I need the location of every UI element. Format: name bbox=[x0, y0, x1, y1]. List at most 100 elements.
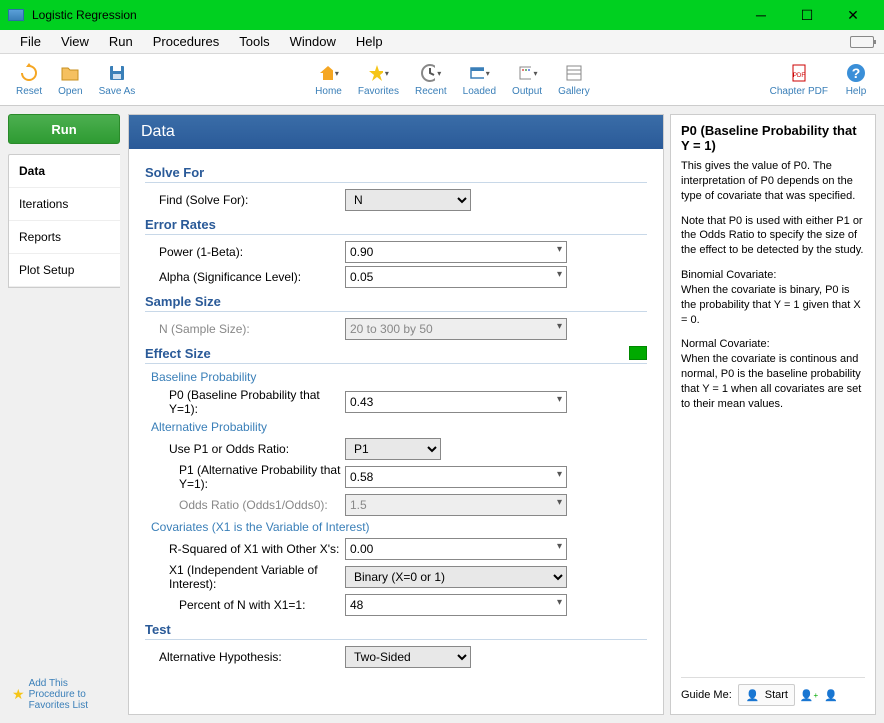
toolbar-saveas-label: Save As bbox=[99, 86, 136, 97]
toolbar-help[interactable]: ? Help bbox=[836, 60, 876, 99]
input-power[interactable] bbox=[345, 241, 567, 263]
help-p2: Note that P0 is used with either P1 or t… bbox=[681, 214, 865, 259]
label-althyp: Alternative Hypothesis: bbox=[145, 650, 345, 664]
menu-file[interactable]: File bbox=[10, 32, 51, 51]
section-effectsize: Effect Size bbox=[145, 346, 647, 364]
person-check-icon[interactable]: 👤 bbox=[823, 687, 839, 703]
label-oddsratio: Odds Ratio (Odds1/Odds0): bbox=[145, 498, 345, 512]
home-icon: ▾ bbox=[318, 62, 340, 84]
menu-window[interactable]: Window bbox=[280, 32, 346, 51]
star-icon: ▾ bbox=[367, 62, 389, 84]
toolbar-recent-label: Recent bbox=[415, 86, 447, 97]
star-icon: ★ bbox=[12, 686, 25, 703]
app-icon bbox=[8, 9, 24, 21]
battery-icon bbox=[850, 36, 874, 48]
toolbar-chapterpdf-label: Chapter PDF bbox=[770, 86, 828, 97]
output-icon: ▾ bbox=[516, 62, 538, 84]
form-pane: Data Solve For Find (Solve For): N Error… bbox=[128, 114, 664, 715]
toolbar-favorites[interactable]: ▾ Favorites bbox=[350, 60, 407, 99]
tab-iterations[interactable]: Iterations bbox=[9, 188, 120, 221]
help-p3h: Binomial Covariate: bbox=[681, 269, 776, 281]
person-plus-icon[interactable]: 👤+ bbox=[801, 687, 817, 703]
toolbar-loaded[interactable]: ▾ Loaded bbox=[455, 60, 504, 99]
gallery-icon bbox=[563, 62, 585, 84]
select-find[interactable]: N bbox=[345, 189, 471, 211]
close-button[interactable]: ✕ bbox=[830, 0, 876, 30]
subsection-covariates: Covariates (X1 is the Variable of Intere… bbox=[151, 520, 647, 534]
window-title: Logistic Regression bbox=[32, 8, 738, 22]
menubar: File View Run Procedures Tools Window He… bbox=[0, 30, 884, 54]
toolbar-open[interactable]: Open bbox=[50, 60, 90, 99]
tab-reports[interactable]: Reports bbox=[9, 221, 120, 254]
toolbar-loaded-label: Loaded bbox=[463, 86, 496, 97]
toolbar-gallery[interactable]: Gallery bbox=[550, 60, 598, 99]
toolbar-help-label: Help bbox=[846, 86, 867, 97]
label-x1: X1 (Independent Variable of Interest): bbox=[145, 563, 345, 591]
help-icon: ? bbox=[845, 62, 867, 84]
minimize-button[interactable]: ─ bbox=[738, 0, 784, 30]
label-alpha: Alpha (Significance Level): bbox=[145, 270, 345, 284]
toolbar-home[interactable]: ▾ Home bbox=[307, 60, 350, 99]
section-solvefor: Solve For bbox=[145, 165, 647, 183]
toolbar-reset[interactable]: Reset bbox=[8, 60, 50, 99]
tab-list: Data Iterations Reports Plot Setup bbox=[8, 154, 120, 288]
label-find: Find (Solve For): bbox=[145, 193, 345, 207]
label-n: N (Sample Size): bbox=[145, 322, 345, 336]
label-power: Power (1-Beta): bbox=[145, 245, 345, 259]
guide-start-button[interactable]: 👤 Start bbox=[738, 684, 795, 706]
subsection-alternative: Alternative Probability bbox=[151, 420, 647, 434]
toolbar-saveas[interactable]: Save As bbox=[91, 60, 144, 99]
input-alpha[interactable] bbox=[345, 266, 567, 288]
svg-text:?: ? bbox=[852, 65, 861, 81]
subsection-baseline: Baseline Probability bbox=[151, 370, 647, 384]
menu-help[interactable]: Help bbox=[346, 32, 393, 51]
toolbar-open-label: Open bbox=[58, 86, 82, 97]
save-icon bbox=[106, 62, 128, 84]
select-x1[interactable]: Binary (X=0 or 1) bbox=[345, 566, 567, 588]
svg-text:PDF: PDF bbox=[793, 73, 805, 79]
menu-tools[interactable]: Tools bbox=[229, 32, 279, 51]
menu-run[interactable]: Run bbox=[99, 32, 143, 51]
toolbar: Reset Open Save As ▾ Home ▾ Favorites ▾ … bbox=[0, 54, 884, 106]
toolbar-chapterpdf[interactable]: PDF Chapter PDF bbox=[762, 60, 836, 99]
toolbar-output[interactable]: ▾ Output bbox=[504, 60, 550, 99]
toolbar-recent[interactable]: ▾ Recent bbox=[407, 60, 455, 99]
folder-open-icon bbox=[59, 62, 81, 84]
section-samplesize: Sample Size bbox=[145, 294, 647, 312]
help-p4: When the covariate is continous and norm… bbox=[681, 353, 861, 410]
help-pane: P0 (Baseline Probability that Y = 1) Thi… bbox=[670, 114, 876, 715]
label-usep1: Use P1 or Odds Ratio: bbox=[145, 442, 345, 456]
input-oddsratio bbox=[345, 494, 567, 516]
menu-procedures[interactable]: Procedures bbox=[143, 32, 229, 51]
run-button[interactable]: Run bbox=[8, 114, 120, 144]
toolbar-home-label: Home bbox=[315, 86, 342, 97]
maximize-button[interactable]: ☐ bbox=[784, 0, 830, 30]
guide-start-label: Start bbox=[765, 689, 788, 701]
window-icon: ▾ bbox=[468, 62, 490, 84]
select-althyp[interactable]: Two-Sided bbox=[345, 646, 471, 668]
input-p0[interactable] bbox=[345, 391, 567, 413]
toolbar-gallery-label: Gallery bbox=[558, 86, 590, 97]
input-p1[interactable] bbox=[345, 466, 567, 488]
form-title: Data bbox=[129, 115, 663, 149]
input-n bbox=[345, 318, 567, 340]
input-pctn[interactable] bbox=[345, 594, 567, 616]
add-to-favorites-link[interactable]: ★ Add This Procedure to Favorites List bbox=[8, 674, 120, 715]
left-sidebar: Run Data Iterations Reports Plot Setup ★… bbox=[0, 106, 128, 723]
tab-data[interactable]: Data bbox=[9, 155, 120, 188]
menu-view[interactable]: View bbox=[51, 32, 99, 51]
help-body: This gives the value of P0. The interpre… bbox=[681, 159, 865, 422]
input-rsq[interactable] bbox=[345, 538, 567, 560]
effectsize-badge-icon[interactable] bbox=[629, 346, 647, 360]
pdf-icon: PDF bbox=[788, 62, 810, 84]
select-usep1[interactable]: P1 bbox=[345, 438, 441, 460]
help-p1: This gives the value of P0. The interpre… bbox=[681, 159, 865, 204]
section-errorrates: Error Rates bbox=[145, 217, 647, 235]
toolbar-favorites-label: Favorites bbox=[358, 86, 399, 97]
tab-plotsetup[interactable]: Plot Setup bbox=[9, 254, 120, 287]
reset-icon bbox=[18, 62, 40, 84]
guide-label: Guide Me: bbox=[681, 689, 732, 701]
help-p4h: Normal Covariate: bbox=[681, 338, 770, 350]
section-test: Test bbox=[145, 622, 647, 640]
toolbar-output-label: Output bbox=[512, 86, 542, 97]
